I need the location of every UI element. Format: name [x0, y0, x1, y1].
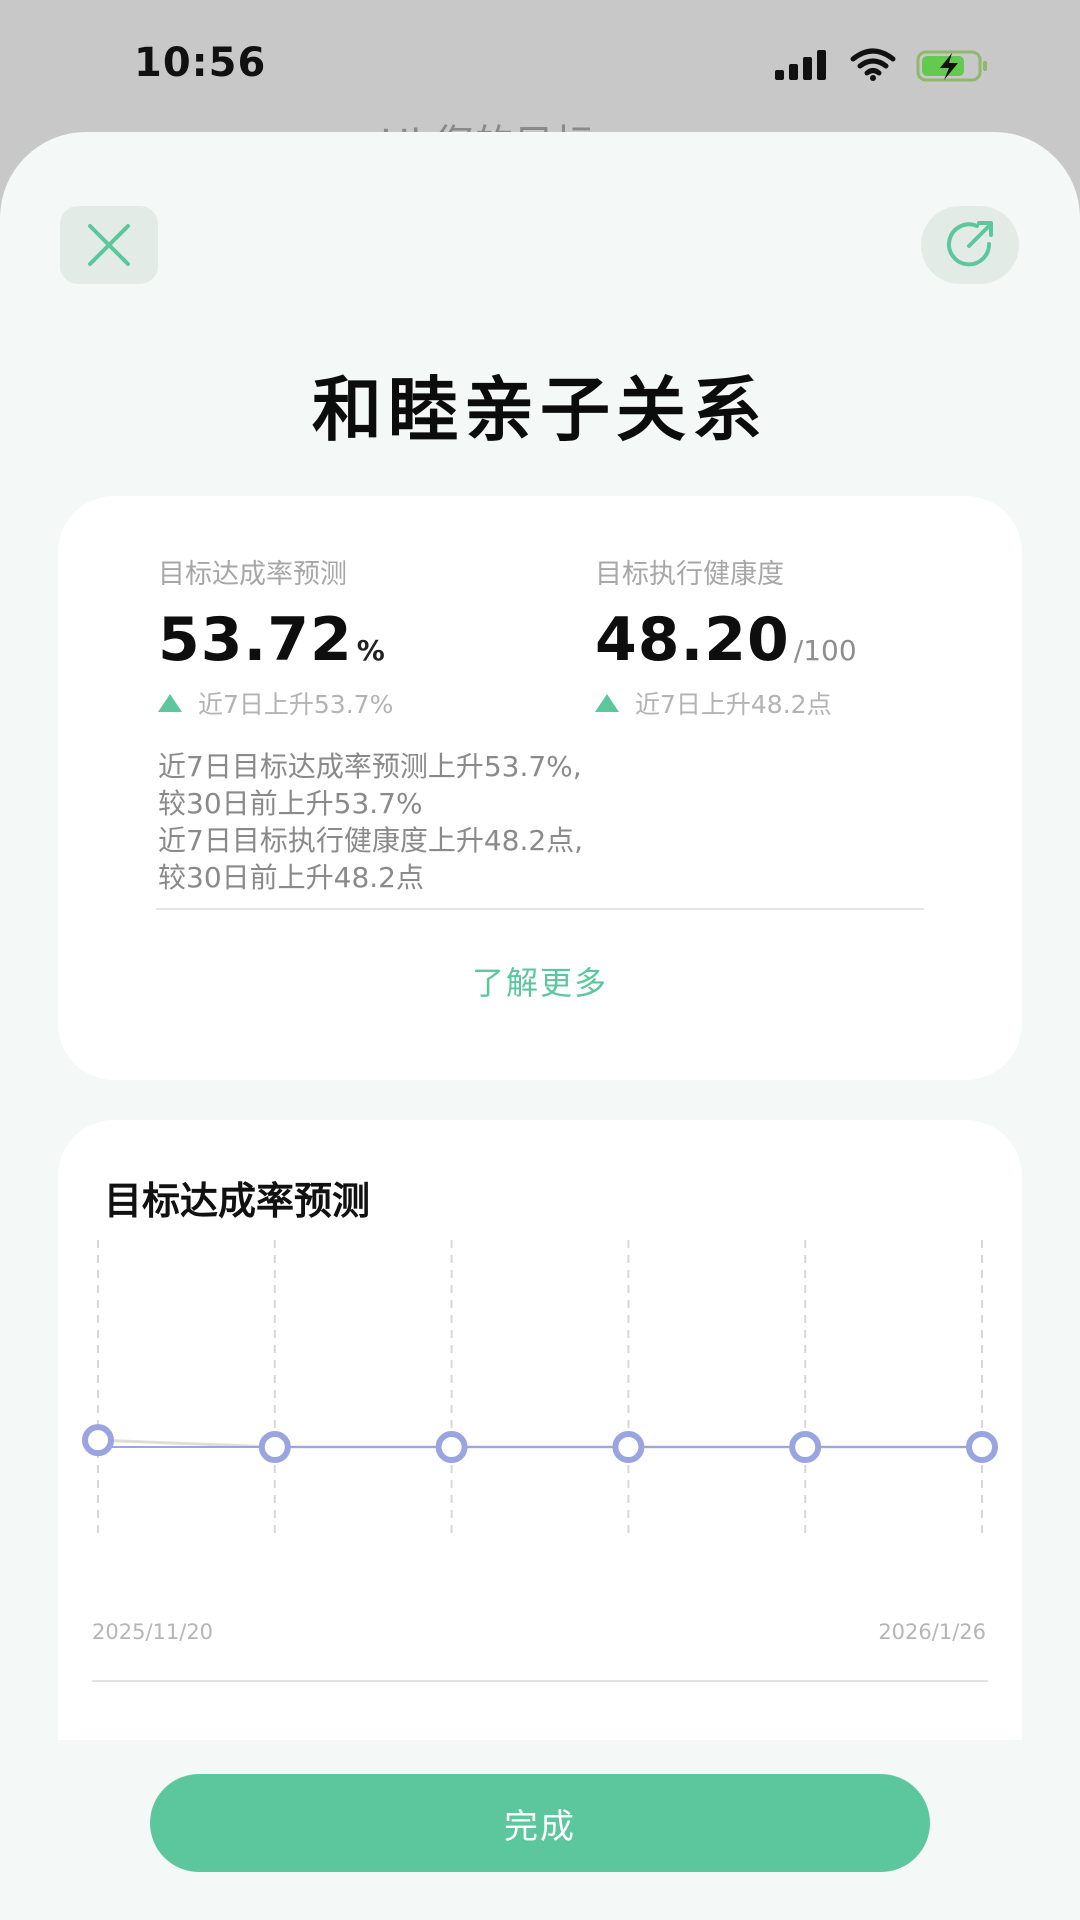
summary-card: 目标达成率预测 53.72 % 近7日上升53.7% 目标执行健康度 48.20…: [58, 496, 1022, 1080]
status-time: 10:56: [134, 40, 267, 86]
chart-point[interactable]: [82, 1424, 114, 1457]
metric-label: 目标达成率预测: [158, 559, 347, 590]
metric-trend: 近7日上升53.7%: [198, 690, 394, 719]
chart-point[interactable]: [435, 1431, 468, 1464]
summary-line: 较30日前上升48.2点: [158, 861, 424, 894]
status-bar: 10:56: [0, 0, 1080, 130]
chart-point[interactable]: [966, 1431, 998, 1464]
metric-value: 53.72: [158, 605, 353, 675]
goal-title: 和睦亲子关系: [312, 369, 768, 451]
chart-x-start-label: 2025/11/20: [92, 1620, 214, 1644]
summary-line: 近7日目标执行健康度上升48.2点,: [158, 824, 584, 857]
metric-unit: %: [356, 634, 385, 667]
chart-point[interactable]: [789, 1431, 822, 1464]
metric-value: 48.20: [595, 605, 790, 675]
chart-x-end-label: 2026/1/26: [878, 1620, 986, 1644]
learn-more-link[interactable]: 了解更多: [58, 958, 1022, 1004]
chart-point[interactable]: [258, 1431, 291, 1464]
close-button[interactable]: [60, 206, 158, 284]
summary-description: 近7日目标达成率预测上升53.7%, 较30日前上升53.7% 近7日目标执行健…: [158, 748, 583, 896]
signal-icon: [775, 50, 829, 80]
chart-card: 目标达成率预测 2025/11/20 2026/1/26: [58, 1120, 1022, 1740]
close-icon: [88, 224, 130, 266]
done-button[interactable]: 完成: [150, 1774, 930, 1872]
summary-line: 近7日目标达成率预测上升53.7%,: [158, 750, 582, 783]
wifi-icon: [850, 48, 896, 81]
share-icon: [947, 221, 993, 267]
bottom-sheet: 和睦亲子关系 目标达成率预测 53.72 % 近7日上升53.7% 目标执行健康…: [0, 132, 1080, 1920]
metric-health: 目标执行健康度 48.20 /100 近7日上升48.2点: [595, 552, 857, 721]
line-chart: [82, 1240, 998, 1540]
trend-up-icon: [595, 694, 619, 712]
battery-charging-icon: [916, 50, 987, 82]
metric-trend: 近7日上升48.2点: [635, 690, 832, 719]
chart-point[interactable]: [612, 1431, 645, 1464]
summary-line: 较30日前上升53.7%: [158, 787, 423, 820]
metric-achievement: 目标达成率预测 53.72 % 近7日上升53.7%: [158, 552, 393, 721]
divider: [156, 908, 924, 910]
share-button[interactable]: [921, 206, 1019, 284]
metric-unit: /100: [793, 634, 857, 667]
metric-label: 目标执行健康度: [595, 559, 784, 590]
chart-series-line-faint: [97, 1438, 982, 1449]
trend-up-icon: [158, 694, 182, 712]
chart-baseline: [92, 1680, 988, 1682]
done-button-label: 完成: [504, 1806, 576, 1847]
screen: 10:56 Hi 您的目标: [0, 0, 1080, 1920]
